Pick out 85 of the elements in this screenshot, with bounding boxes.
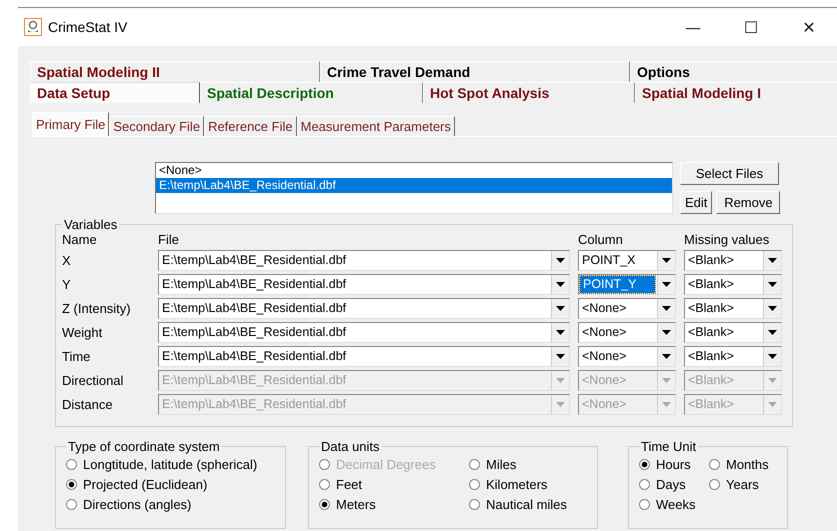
dropdown-arrow-icon (768, 402, 777, 407)
dropdown-arrow-icon (556, 258, 565, 263)
radio-option[interactable]: Days (639, 476, 709, 493)
radio-option[interactable]: Miles (469, 456, 589, 473)
group-title: Data units (320, 439, 381, 454)
column-header: Name (62, 232, 98, 247)
file-list-item[interactable]: E:\temp\Lab4\BE_Residential.dbf (156, 178, 672, 193)
column-header: Column (578, 232, 624, 247)
radio-option[interactable]: Hours (639, 456, 709, 473)
dropdown-arrow-icon (556, 330, 565, 335)
variable-name: Weight (62, 325, 104, 340)
variable-name: Y (62, 277, 72, 292)
window-title: CrimeStat IV (48, 19, 128, 35)
column-dropdown[interactable]: <None> (578, 346, 676, 367)
file-dropdown[interactable]: E:\temp\Lab4\BE_Residential.dbf (158, 322, 570, 343)
file-list-item[interactable]: <None> (156, 163, 672, 178)
file-dropdown[interactable]: E:\temp\Lab4\BE_Residential.dbf (158, 298, 570, 319)
dropdown-arrow-icon (662, 282, 671, 287)
radio-option[interactable]: Projected (Euclidean) (66, 476, 277, 493)
main-tab[interactable]: Spatial Description (200, 82, 423, 103)
radio-option[interactable]: Kilometers (469, 476, 589, 493)
dropdown-arrow-icon (768, 354, 777, 359)
missing-value-dropdown[interactable]: <Blank> (684, 250, 782, 271)
missing-value-dropdown[interactable]: <Blank> (684, 322, 782, 343)
select-files-button[interactable]: Select Files (680, 162, 779, 185)
close-button[interactable]: ✕ (780, 12, 837, 42)
dropdown-arrow-icon (556, 306, 565, 311)
sub-tab[interactable]: Reference File (204, 116, 297, 136)
variable-name: X (62, 253, 72, 268)
remove-button[interactable]: Remove (716, 191, 780, 214)
column-dropdown[interactable]: <None> (578, 298, 676, 319)
missing-value-dropdown[interactable]: <Blank> (684, 298, 782, 319)
dropdown-arrow-icon (768, 306, 777, 311)
sub-tab[interactable]: Secondary File (109, 116, 204, 136)
group-title: Type of coordinate system (67, 439, 221, 454)
file-dropdown[interactable]: E:\temp\Lab4\BE_Residential.dbf (158, 274, 570, 295)
column-dropdown[interactable]: <None> (578, 322, 676, 343)
minimize-button[interactable]: — (664, 12, 722, 42)
dropdown-arrow-icon (556, 378, 565, 383)
group-title: Time Unit (640, 439, 698, 454)
column-header: File (158, 232, 180, 247)
radio-option[interactable]: Directions (angles) (66, 496, 277, 513)
missing-value-dropdown[interactable]: <Blank> (684, 274, 782, 295)
dropdown-arrow-icon (662, 306, 671, 311)
variable-name: Directional (62, 373, 124, 388)
dropdown-arrow-icon (662, 378, 671, 383)
sub-tab[interactable]: Measurement Parameters (296, 116, 455, 136)
radio-option[interactable]: Meters (319, 496, 469, 513)
dropdown-arrow-icon (662, 402, 671, 407)
dropdown-arrow-icon (768, 330, 777, 335)
main-tab[interactable]: Data Setup (30, 82, 200, 103)
maximize-button[interactable]: ☐ (722, 12, 780, 42)
radio-option[interactable]: Feet (319, 476, 469, 493)
dropdown-arrow-icon (662, 258, 671, 263)
column-dropdown[interactable]: POINT_X (578, 250, 676, 271)
radio-option[interactable]: Weeks (639, 496, 709, 513)
main-tab[interactable]: Spatial Modeling I (635, 82, 837, 103)
app-logo-icon (24, 18, 42, 36)
radio-option[interactable]: Nautical miles (469, 496, 589, 513)
dropdown-arrow-icon (662, 330, 671, 335)
dropdown-arrow-icon (768, 282, 777, 287)
dropdown-arrow-icon (556, 282, 565, 287)
dropdown-arrow-icon (768, 378, 777, 383)
column-dropdown[interactable]: POINT_Y (578, 274, 676, 295)
missing-value-dropdown[interactable]: <Blank> (684, 346, 782, 367)
file-dropdown[interactable]: E:\temp\Lab4\BE_Residential.dbf (158, 346, 570, 367)
file-dropdown[interactable]: E:\temp\Lab4\BE_Residential.dbf (158, 250, 570, 271)
radio-option[interactable]: Months (709, 456, 779, 473)
dropdown-arrow-icon (662, 354, 671, 359)
dropdown-arrow-icon (556, 402, 565, 407)
column-header: Missing values (684, 232, 770, 247)
main-tab[interactable]: Spatial Modeling II (30, 61, 320, 82)
main-tab[interactable]: Options (630, 61, 837, 82)
dropdown-arrow-icon (556, 354, 565, 359)
radio-option[interactable]: Years (709, 476, 779, 493)
dropdown-arrow-icon (768, 258, 777, 263)
main-tab[interactable]: Crime Travel Demand (320, 61, 630, 82)
group-title: Variables (63, 217, 118, 232)
radio-option[interactable]: Longtitude, latitude (spherical) (66, 456, 277, 473)
variable-name: Time (62, 349, 92, 364)
variable-name: Distance (62, 397, 114, 412)
variable-name: Z (Intensity) (62, 301, 132, 316)
sub-tab[interactable]: Primary File (32, 112, 110, 136)
main-tab[interactable]: Hot Spot Analysis (423, 82, 635, 103)
edit-button[interactable]: Edit (680, 191, 712, 214)
